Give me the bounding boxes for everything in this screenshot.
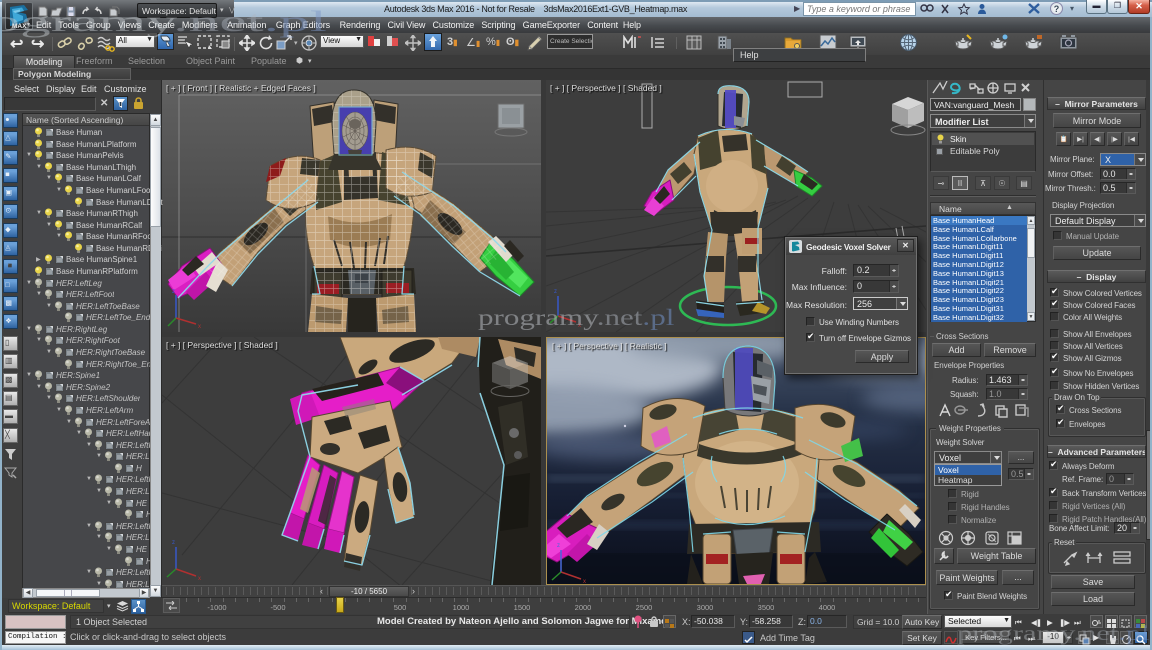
svg-text:x: x (578, 323, 581, 329)
svg-text:z: z (172, 289, 175, 295)
svg-text:z: z (554, 289, 557, 295)
svg-text:x: x (583, 579, 586, 584)
svg-text:z: z (172, 540, 175, 546)
svg-text:x: x (198, 576, 201, 582)
svg-text:MAX: MAX (12, 23, 27, 29)
svg-text:z: z (557, 543, 560, 549)
svg-text:x: x (198, 324, 201, 330)
